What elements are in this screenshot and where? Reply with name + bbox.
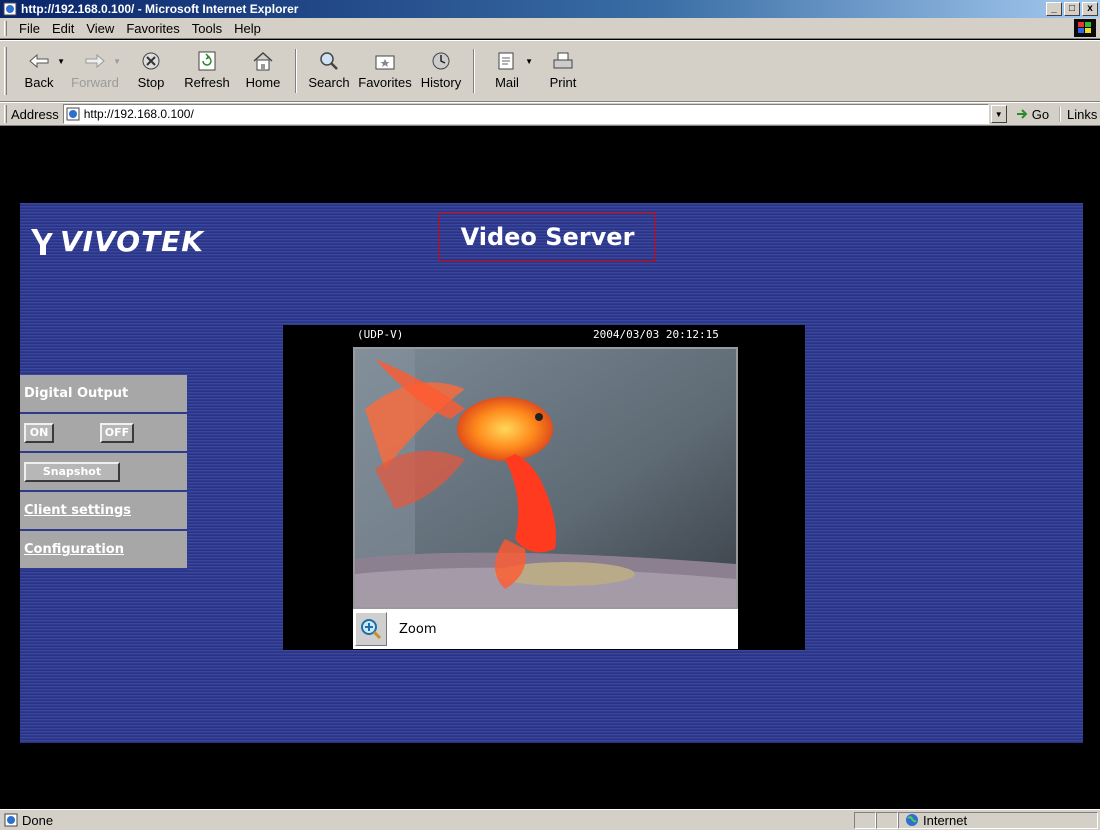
refresh-icon [195,49,219,73]
forward-label: Forward [71,75,119,90]
logo-text: VIVOTEK [60,225,204,258]
title-bar: http://192.168.0.100/ - Microsoft Intern… [0,0,1100,18]
back-label: Back [24,75,54,90]
ie-page-icon [4,813,18,827]
output-off-button[interactable]: OFF [100,422,134,443]
menu-bar: File Edit View Favorites Tools Help [0,18,1100,39]
search-button[interactable]: Search [301,45,357,97]
status-panel [854,811,876,829]
stop-icon [139,49,163,73]
back-arrow-icon [27,49,51,73]
menu-edit[interactable]: Edit [46,21,80,36]
windows-logo-icon [1074,19,1096,37]
status-text: Done [22,812,54,828]
back-dropdown-icon[interactable]: ▼ [57,57,65,66]
snapshot-button[interactable]: Snapshot [24,461,120,482]
digital-output-heading: Digital Output [20,375,187,414]
ie-page-icon [3,2,17,16]
toolbar-separator [473,49,475,93]
mail-label: Mail [495,75,519,90]
favorites-label: Favorites [358,75,412,90]
goldfish-video-image [355,349,736,607]
menu-file[interactable]: File [13,21,46,36]
address-input[interactable]: http://192.168.0.100/ [62,104,989,124]
status-panel [876,811,898,829]
toolbar-separator [295,49,297,93]
menu-view[interactable]: View [80,21,120,36]
mail-button[interactable]: Mail ▼ [479,45,535,97]
print-label: Print [549,75,577,90]
links-button[interactable]: Links [1059,106,1097,122]
search-label: Search [308,75,350,90]
mail-icon [495,49,519,73]
stop-button[interactable]: Stop [123,45,179,97]
home-label: Home [245,75,281,90]
address-label: Address [11,106,59,122]
video-viewer: (UDP-V) 2004/03/03 20:12:15 Zoom [283,325,805,650]
zone-label: Internet [923,812,968,828]
stop-label: Stop [137,75,165,90]
minimize-button[interactable]: _ [1046,2,1062,16]
zoom-button[interactable] [355,612,387,646]
forward-button[interactable]: Forward ▼ [67,45,123,97]
internet-globe-icon [906,814,918,826]
favorites-folder-icon [373,49,397,73]
go-arrow-icon [1016,109,1028,119]
vivotek-logo: VIVOTEK [30,225,204,258]
security-zone: Internet [898,811,1098,829]
status-bar: Done Internet [0,809,1100,830]
history-icon [429,49,453,73]
digital-output-label: Digital Output [24,386,129,401]
client-settings-link[interactable]: Client settings [24,503,131,518]
live-video[interactable] [353,347,738,609]
address-url: http://192.168.0.100/ [83,107,194,121]
menu-favorites[interactable]: Favorites [120,21,185,36]
history-button[interactable]: History [413,45,469,97]
refresh-button[interactable]: Refresh [179,45,235,97]
vivotek-logo-icon [31,228,53,255]
home-button[interactable]: Home [235,45,291,97]
page-banner: VIVOTEK Video Server Digital Output ON O… [20,203,1083,743]
maximize-button[interactable]: □ [1064,2,1080,16]
configuration-link[interactable]: Configuration [24,542,124,557]
forward-arrow-icon [83,49,107,73]
page-viewport: VIVOTEK Video Server Digital Output ON O… [0,127,1100,809]
toolbar-grip [4,47,7,95]
menu-tools[interactable]: Tools [186,21,228,36]
configuration-row: Configuration [20,531,187,570]
sidebar: Digital Output ON OFF Snapshot Client se… [20,375,187,570]
client-settings-row: Client settings [20,492,187,531]
address-dropdown-icon[interactable]: ▼ [990,105,1007,123]
favorites-button[interactable]: Favorites [357,45,413,97]
back-button[interactable]: Back ▼ [11,45,67,97]
refresh-label: Refresh [184,75,230,90]
search-icon [317,49,341,73]
menu-help[interactable]: Help [228,21,267,36]
history-label: History [420,75,462,90]
home-icon [251,49,275,73]
digital-output-controls: ON OFF [20,414,187,453]
menu-grip [4,20,7,36]
address-bar: Address http://192.168.0.100/ ▼ Go Links [0,102,1100,126]
close-button[interactable]: x [1082,2,1098,16]
mail-dropdown-icon[interactable]: ▼ [525,57,533,66]
address-grip [4,105,7,123]
output-on-button[interactable]: ON [24,422,54,443]
video-timestamp: 2004/03/03 20:12:15 [593,328,719,341]
snapshot-row: Snapshot [20,453,187,492]
print-button[interactable]: Print [535,45,591,97]
ie-page-icon [66,107,80,121]
standard-toolbar: Back ▼ Forward ▼ Stop Refresh Home Searc… [0,40,1100,102]
stream-mode-label: (UDP-V) [357,328,404,341]
window-title: http://192.168.0.100/ - Microsoft Intern… [21,2,299,16]
go-label: Go [1031,106,1050,122]
forward-dropdown-icon[interactable]: ▼ [113,57,121,66]
page-title: Video Server [439,213,656,261]
zoom-bar: Zoom [353,609,738,649]
printer-icon [551,49,575,73]
zoom-in-icon [361,619,382,640]
go-button[interactable]: Go [1015,107,1049,122]
zoom-label: Zoom [399,621,437,637]
